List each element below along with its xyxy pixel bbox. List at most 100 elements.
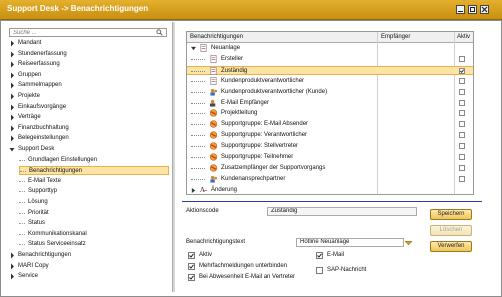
tree-connector	[19, 244, 25, 246]
grid-row[interactable]: Kundenproduktverantwortlicher	[187, 76, 473, 86]
grid-row[interactable]: Kundenansprechpartner	[187, 175, 473, 184]
tree-item[interactable]: Benachrichtigungen	[19, 166, 169, 176]
tree-item[interactable]: Kommunikationskanal	[19, 230, 169, 239]
tree-item[interactable]: Priorität	[19, 209, 169, 218]
grid-row[interactable]: Projektleitung	[187, 109, 473, 118]
active-checkbox[interactable]	[459, 99, 465, 106]
tree-item[interactable]: Support Desk	[9, 145, 169, 154]
grid-row[interactable]: Zusatzempfänger der Supportvorgangs	[187, 164, 473, 173]
active-checkbox[interactable]	[459, 164, 465, 171]
grid-row[interactable]: Zuständig	[187, 65, 473, 75]
expanded-arrow-icon[interactable]	[191, 45, 196, 52]
active-checkbox[interactable]	[459, 121, 465, 128]
collapsed-arrow-icon[interactable]	[9, 262, 16, 271]
collapsed-arrow-icon[interactable]	[191, 187, 196, 194]
active-checkbox[interactable]	[459, 143, 465, 150]
tree-item-label: Mandant	[18, 40, 42, 46]
collapsed-arrow-icon[interactable]	[9, 50, 16, 59]
tree-item[interactable]: Gruppen	[9, 71, 169, 80]
tree-item[interactable]: Stundenerfassung	[9, 50, 169, 59]
column-header-notifications[interactable]: Benachrichtigungen	[190, 34, 243, 40]
tree-item[interactable]: Status	[19, 219, 169, 228]
panel-splitter[interactable]	[172, 22, 175, 292]
notification-text-select[interactable]: Hotline Neuanlage	[296, 238, 404, 247]
user-group-icon	[210, 88, 218, 96]
collapsed-arrow-icon[interactable]	[9, 60, 16, 69]
tree-connector	[191, 178, 205, 180]
collapsed-arrow-icon[interactable]	[9, 39, 16, 48]
maximize-icon	[470, 7, 475, 12]
grid-row[interactable]: Ersteller	[187, 55, 473, 64]
active-checkbox[interactable]	[459, 175, 465, 182]
collapsed-arrow-icon[interactable]	[9, 134, 16, 143]
absence-email-checkbox[interactable]	[188, 274, 195, 281]
tree-item[interactable]: Belegeinstellungen	[9, 134, 169, 143]
minimize-button[interactable]	[456, 5, 465, 14]
tree-connector	[191, 157, 205, 158]
email-recipient-icon	[209, 99, 216, 107]
tree-item-label: Kommunikationskanal	[28, 230, 87, 237]
sap-message-checkbox[interactable]	[316, 267, 323, 274]
collapsed-arrow-icon[interactable]	[9, 272, 16, 281]
tree-item[interactable]: Finanzbuchhaltung	[9, 124, 169, 133]
tree-item[interactable]: Grundlagen Einstellungen	[19, 156, 169, 165]
tree-item[interactable]: Supporttyp	[19, 187, 169, 196]
collapsed-arrow-icon[interactable]	[9, 81, 16, 90]
tree-item[interactable]: MARI Copy	[9, 262, 169, 271]
tree-item[interactable]: Service	[9, 272, 169, 281]
discard-button[interactable]: Verwerfen	[430, 241, 472, 252]
tree-item-label: Status	[28, 220, 46, 227]
active-checkbox[interactable]	[459, 132, 465, 139]
grid-row[interactable]: A Änderung	[187, 186, 473, 194]
tree-item[interactable]: Benachrichtigungen	[9, 251, 169, 260]
doc-small-icon	[210, 55, 217, 63]
suppress-duplicates-checkbox[interactable]	[188, 263, 195, 270]
tree-item[interactable]: Verträge	[9, 113, 169, 122]
collapsed-arrow-icon[interactable]	[9, 124, 16, 133]
collapsed-arrow-icon[interactable]	[9, 92, 16, 101]
active-checkbox[interactable]	[459, 55, 465, 62]
aktiv-checkbox[interactable]	[188, 252, 195, 259]
grid-row[interactable]: Kundenproduktverantwortlicher (Kunde)	[187, 88, 473, 97]
active-checkbox[interactable]	[459, 77, 465, 84]
tree-item[interactable]: Sammelmappen	[9, 81, 169, 90]
expanded-arrow-icon[interactable]	[9, 145, 16, 154]
grid-row[interactable]: Supportgruppe: Stellvertreter	[187, 142, 473, 151]
collapsed-arrow-icon[interactable]	[9, 251, 16, 260]
grid-row-label: Supportgruppe: Teilnehmer	[221, 154, 294, 160]
active-checkbox[interactable]	[459, 154, 465, 160]
tree-connector	[19, 159, 25, 161]
support-group-icon	[209, 142, 218, 150]
tree-item[interactable]: Lösung	[19, 198, 169, 207]
collapsed-arrow-icon[interactable]	[9, 103, 16, 112]
column-header-active[interactable]: Aktiv	[457, 34, 470, 40]
grid-row[interactable]: Supportgruppe: E-Mail Absender	[187, 120, 473, 129]
tree-item[interactable]: Projekte	[9, 92, 169, 101]
active-checkbox[interactable]	[459, 67, 465, 74]
maximize-button[interactable]	[468, 5, 477, 14]
tree-item[interactable]: Mandant	[9, 39, 169, 48]
search-input[interactable]	[9, 28, 167, 37]
grid-row[interactable]: Supportgruppe: Teilnehmer	[187, 153, 473, 162]
tree-item[interactable]: Reiseerfassung	[9, 60, 169, 69]
save-button[interactable]: Speichern	[430, 209, 472, 220]
tree-item[interactable]: E-Mail Texte	[19, 177, 169, 186]
search-icon[interactable]	[156, 29, 163, 36]
grid-row[interactable]: Supportgruppe: Verantwortlicher	[187, 131, 473, 140]
delete-button[interactable]: Löschen	[430, 225, 472, 236]
column-header-recipient[interactable]: Empfänger	[381, 34, 410, 40]
tree-item[interactable]: Einkaufsvorgänge	[9, 103, 169, 112]
collapsed-arrow-icon[interactable]	[9, 113, 16, 122]
grid-row[interactable]: Neuanlage	[187, 44, 473, 53]
grid-row[interactable]: E-Mail Empfänger	[187, 99, 473, 108]
sap-message-label: SAP-Nachricht	[327, 267, 367, 273]
grid-row-label: Zusatzempfänger der Supportvorgangs	[221, 164, 326, 171]
email-checkbox[interactable]	[316, 252, 323, 259]
close-button[interactable]	[480, 5, 489, 14]
active-checkbox[interactable]	[459, 110, 465, 117]
tree-item-label: Benachrichtigungen	[18, 252, 72, 258]
dropdown-arrow-icon[interactable]	[405, 240, 412, 246]
tree-item[interactable]: Status Serviceeinsatz	[19, 240, 169, 249]
collapsed-arrow-icon[interactable]	[9, 71, 16, 80]
active-checkbox[interactable]	[459, 88, 465, 95]
